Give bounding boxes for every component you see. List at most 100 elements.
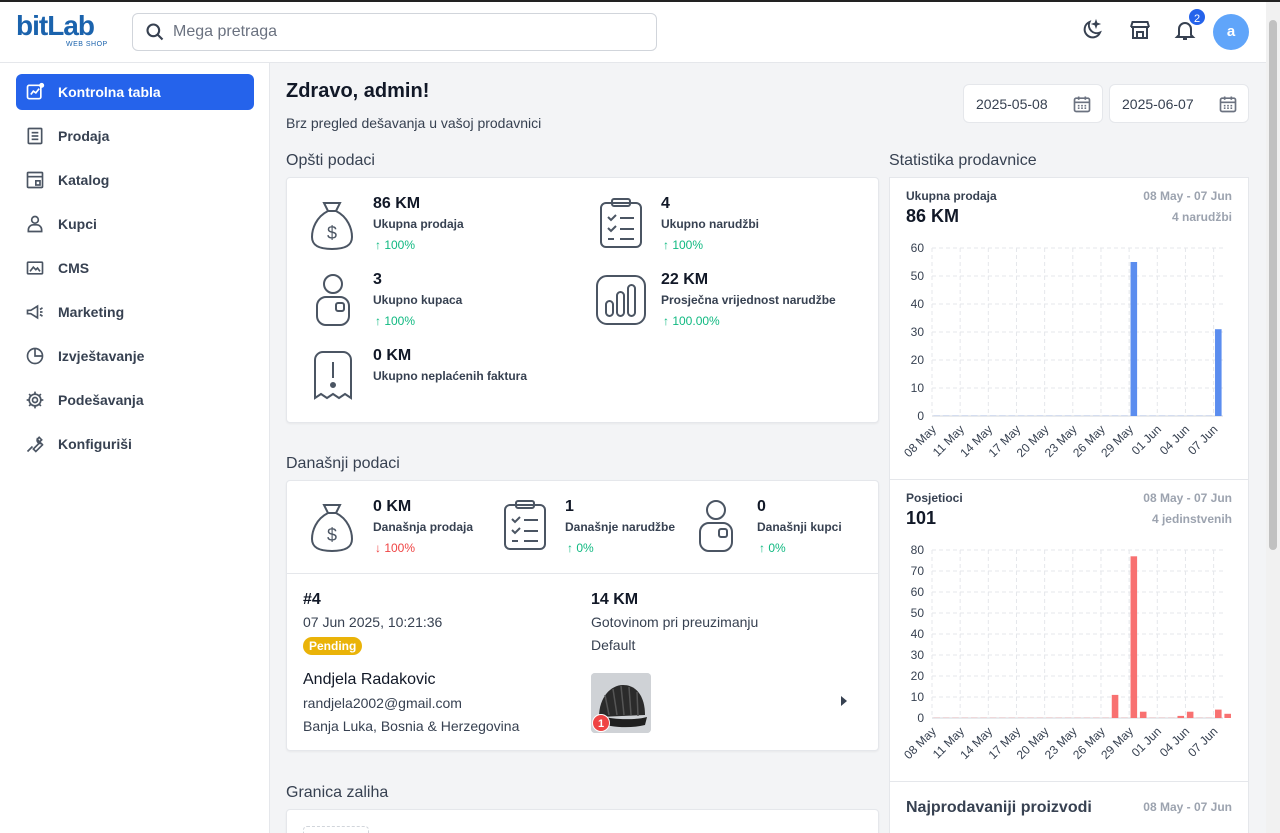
sidebar-item-konfigurisi[interactable]: Konfiguriši <box>16 426 254 462</box>
visitors-chart-panel: Posjetioci 08 May - 07 Jun 101 4 jedinst… <box>889 479 1249 782</box>
order-shipping-method: Default <box>591 637 636 653</box>
chart-bar <box>942 717 950 718</box>
chart-bar <box>980 717 987 718</box>
y-tick-label: 20 <box>911 669 925 683</box>
chart-title: Posjetioci <box>906 491 963 505</box>
chart-bar <box>1158 717 1166 718</box>
item-count-badge: 1 <box>592 714 610 732</box>
sidebar-item-label: CMS <box>58 260 90 276</box>
chart-bar <box>1186 711 1194 718</box>
scrollbar[interactable] <box>1266 2 1280 833</box>
chart-bar <box>1092 415 1100 416</box>
store-icon[interactable] <box>1128 18 1154 44</box>
y-tick-label: 30 <box>911 648 925 662</box>
clipboard-list-icon <box>600 198 642 248</box>
mega-search[interactable] <box>132 13 657 51</box>
logo-subtitle: WEB SHOP <box>66 41 108 48</box>
chart-bar <box>1130 556 1138 718</box>
avatar[interactable]: a <box>1213 14 1249 50</box>
search-input[interactable] <box>173 20 643 44</box>
store-stats-title: Statistika prodavnice <box>889 152 1037 169</box>
chart-bar <box>1139 711 1147 718</box>
sidebar-item-katalog[interactable]: Katalog <box>16 162 254 198</box>
chart-bar <box>1168 717 1175 718</box>
order-id[interactable]: #4 <box>303 591 321 609</box>
search-icon <box>146 23 164 41</box>
dashboard-icon <box>24 81 46 103</box>
chart-bar <box>1046 415 1053 416</box>
chart-bar <box>1074 415 1081 416</box>
chevron-right-icon[interactable] <box>840 696 848 706</box>
chart-bar <box>1102 717 1109 718</box>
bar-stats-icon <box>596 275 646 325</box>
chart-bar <box>989 717 997 718</box>
clipboard-list-icon <box>504 500 546 550</box>
notification-badge: 2 <box>1187 7 1207 27</box>
stat-change: ↑ 100% <box>375 238 416 252</box>
status-badge: Pending <box>303 637 363 655</box>
stat-label: Ukupno narudžbi <box>661 217 759 231</box>
chart-bar <box>980 415 987 416</box>
sidebar-item-label: Podešavanja <box>58 392 144 408</box>
logo[interactable]: bitLab WEB SHOP <box>16 10 116 54</box>
x-tick-label: 29 May <box>1098 422 1136 460</box>
sales-chart-panel: Ukupna prodaja 08 May - 07 Jun 86 KM 4 n… <box>889 177 1249 480</box>
stat-value: 4 <box>661 195 670 212</box>
sidebar-item-podesavanja[interactable]: Podešavanja <box>16 382 254 418</box>
sidebar-item-prodaja[interactable]: Prodaja <box>16 118 254 154</box>
stat-value: 22 KM <box>661 271 709 288</box>
stat-change: ↑ 100.00% <box>663 314 720 328</box>
card-divider <box>287 573 878 574</box>
customer-icon <box>316 274 350 326</box>
money-bag-icon: $ <box>310 504 354 553</box>
chart-bar <box>1008 717 1016 718</box>
receipt-icon <box>24 125 46 147</box>
sidebar: Kontrolna tabla Prodaja Katalog Kupci CM… <box>0 63 270 833</box>
pie-chart-icon <box>24 345 46 367</box>
stat-change: ↑ 0% <box>567 541 594 555</box>
chart-total-value: 86 KM <box>906 206 960 226</box>
theme-toggle-icon[interactable] <box>1080 18 1106 44</box>
calendar-icon <box>1219 96 1237 113</box>
y-tick-label: 50 <box>911 606 925 620</box>
chart-bar <box>1215 329 1222 416</box>
chart-bar <box>1055 717 1063 718</box>
stat-change: ↑ 100% <box>375 314 416 328</box>
sidebar-item-izvjestavanje[interactable]: Izvještavanje <box>16 338 254 374</box>
chart-bar <box>1196 717 1203 718</box>
scrollbar-thumb[interactable] <box>1269 20 1277 550</box>
order-total: 14 KM <box>591 591 639 608</box>
y-tick-label: 10 <box>911 690 925 704</box>
sidebar-item-label: Konfiguriši <box>58 436 132 452</box>
stock-placeholder <box>303 826 369 833</box>
chart-bar <box>1168 415 1175 416</box>
stat-value: 0 <box>757 498 766 515</box>
stock-limit-card <box>286 809 879 833</box>
chart-bar <box>1158 415 1166 416</box>
money-bag-icon: $ <box>310 202 354 251</box>
svg-text:$: $ <box>327 223 337 243</box>
stat-label: Današnja prodaja <box>373 520 474 534</box>
stat-change: ↓ 100% <box>375 541 416 555</box>
chart-bar <box>970 415 978 416</box>
chart-bar <box>1149 415 1156 416</box>
sidebar-item-label: Izvještavanje <box>58 348 145 364</box>
sidebar-item-cms[interactable]: CMS <box>16 250 254 286</box>
stat-value: 3 <box>373 271 382 288</box>
stat-value: 1 <box>565 498 574 515</box>
sidebar-item-kupci[interactable]: Kupci <box>16 206 254 242</box>
chart-bar <box>1017 415 1025 416</box>
sidebar-item-kontrolna-tabla[interactable]: Kontrolna tabla <box>16 74 254 110</box>
y-tick-label: 0 <box>917 711 924 725</box>
top-header: bitLab WEB SHOP 2 a <box>0 2 1266 63</box>
chart-bar <box>933 415 940 416</box>
order-date: 07 Jun 2025, 10:21:36 <box>303 614 443 630</box>
chart-bar <box>1064 415 1072 416</box>
logo-text: bitLab <box>16 10 95 41</box>
sidebar-item-marketing[interactable]: Marketing <box>16 294 254 330</box>
chart-bar <box>1102 415 1109 416</box>
date-from-picker[interactable]: 2025-05-08 <box>963 84 1103 123</box>
chart-bar <box>1083 415 1091 416</box>
date-to-picker[interactable]: 2025-06-07 <box>1109 84 1249 123</box>
chart-subtitle: 4 jedinstvenih <box>1151 512 1232 526</box>
